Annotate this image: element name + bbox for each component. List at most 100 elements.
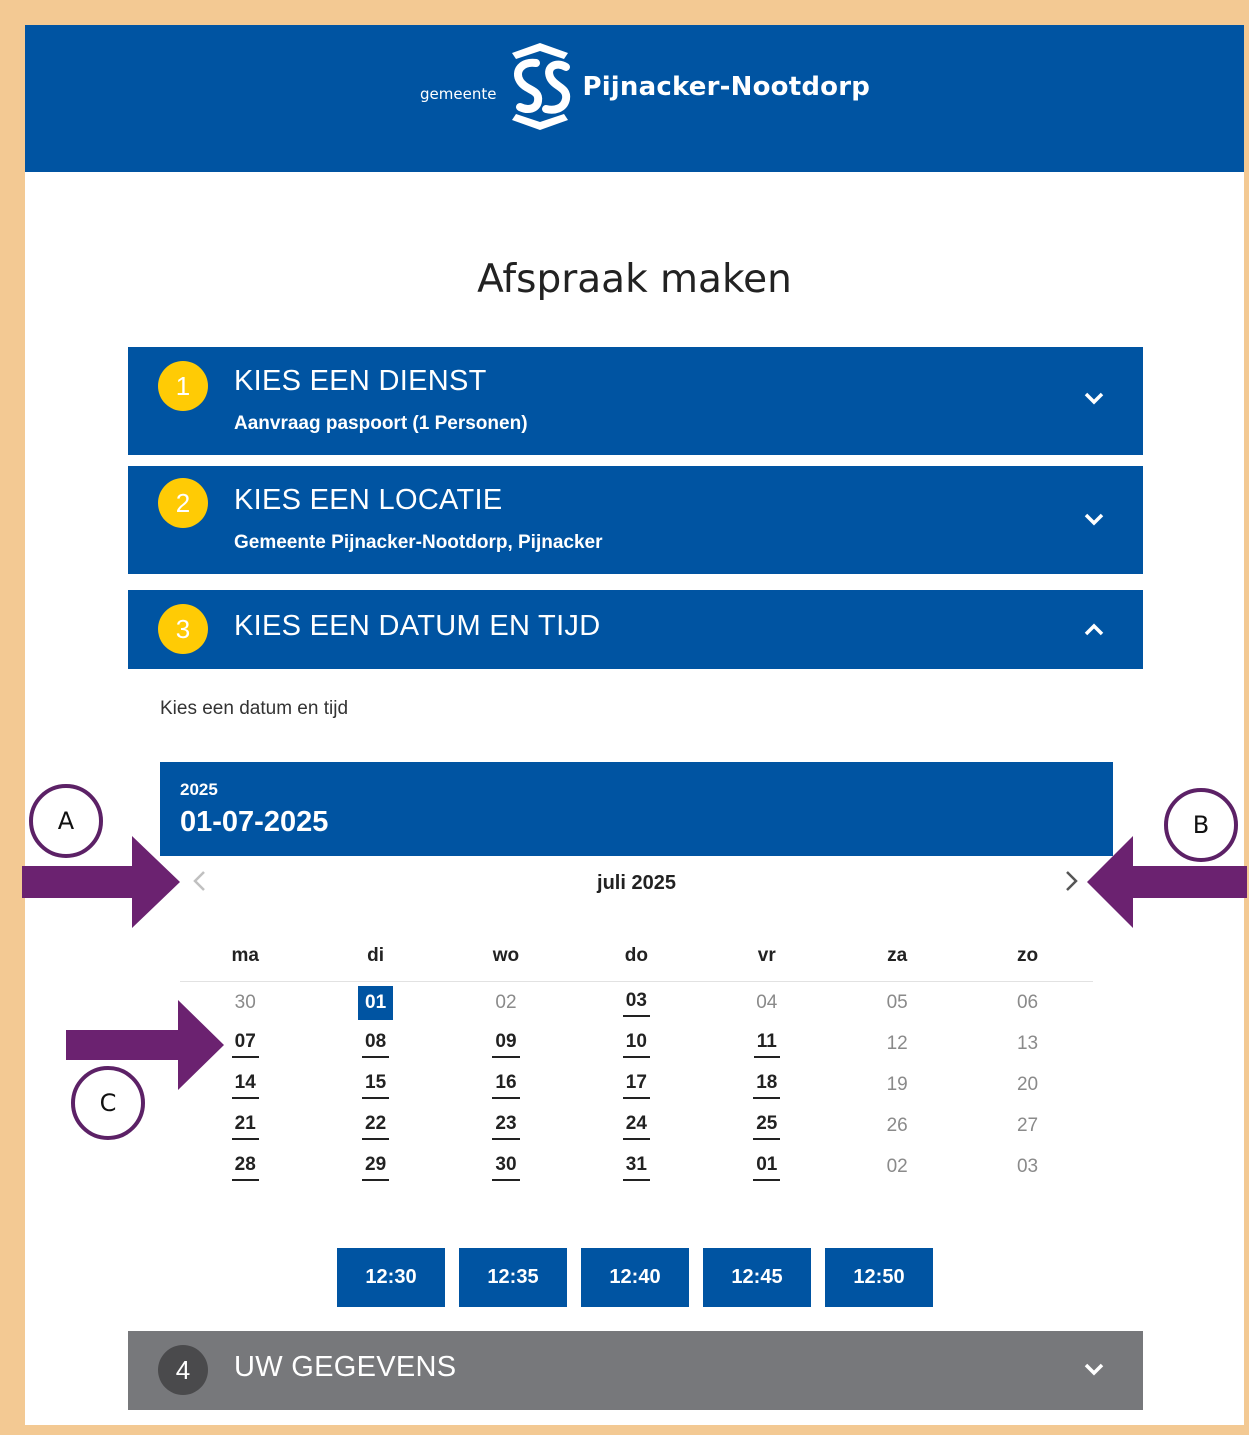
- calendar-day-unavailable: 03: [962, 1154, 1092, 1180]
- weekday-label: di: [367, 945, 385, 966]
- chevron-down-icon: [1084, 513, 1104, 526]
- step-date-time[interactable]: 3 KIES EEN DATUM EN TIJD: [128, 590, 1143, 669]
- calendar-day-available[interactable]: 03: [571, 988, 701, 1017]
- calendar-day-available[interactable]: 25: [702, 1111, 832, 1140]
- chevron-down-icon: [1084, 392, 1104, 405]
- calendar-day-number: 22: [362, 1111, 390, 1140]
- calendar-day-unavailable: 12: [832, 1031, 962, 1057]
- chevron-up-icon: [1084, 623, 1104, 636]
- next-month-button[interactable]: [1058, 868, 1084, 894]
- calendar-day-available[interactable]: 08: [310, 1029, 440, 1058]
- calendar-week-row: 14 15 16 17 18 19 20: [180, 1064, 1093, 1105]
- calendar-day-number: 03: [622, 988, 650, 1017]
- calendar-day-number: 02: [495, 991, 517, 1013]
- calendar-day-number: 13: [1016, 1032, 1039, 1054]
- calendar-day-unavailable: 13: [962, 1031, 1092, 1057]
- calendar-day-available[interactable]: 29: [310, 1152, 440, 1181]
- calendar-day-number: 07: [231, 1029, 259, 1058]
- time-slot-button[interactable]: 12:35: [459, 1248, 567, 1307]
- weekday-label: zo: [1016, 945, 1039, 966]
- calendar-day-number: 01: [753, 1152, 781, 1181]
- time-slot-button[interactable]: 12:45: [703, 1248, 811, 1307]
- logo-name: Pijnacker-Nootdorp: [582, 71, 871, 102]
- calendar-day-available[interactable]: 30: [441, 1152, 571, 1181]
- municipality-logo-icon: [512, 43, 571, 130]
- page: gemeente Pijnacker-Nootdorp Afspraak mak…: [25, 25, 1244, 1425]
- calendar-day-number: 03: [1016, 1155, 1039, 1177]
- calendar-day-available[interactable]: 24: [571, 1111, 701, 1140]
- time-slot-button[interactable]: 12:30: [337, 1248, 445, 1307]
- calendar-day-available[interactable]: 11: [702, 1029, 832, 1058]
- calendar-day-unavailable: 19: [832, 1072, 962, 1098]
- calendar-day-number: 19: [886, 1073, 908, 1095]
- calendar-year: 2025: [180, 780, 218, 799]
- calendar-day-available[interactable]: 17: [571, 1070, 701, 1099]
- calendar-day-available[interactable]: 07: [180, 1029, 310, 1058]
- calendar-day-number: 16: [492, 1070, 520, 1099]
- calendar-day-available[interactable]: 31: [571, 1152, 701, 1181]
- calendar-day-unavailable: 04: [702, 990, 832, 1016]
- calendar-day-number: 17: [622, 1070, 650, 1099]
- calendar-day-unavailable: 02: [832, 1154, 962, 1180]
- annotation-label-b: B: [1164, 788, 1238, 862]
- step-location[interactable]: 2 KIES EEN LOCATIE Gemeente Pijnacker-No…: [128, 466, 1143, 574]
- calendar-day-unavailable: 05: [832, 990, 962, 1016]
- calendar-day-unavailable: 06: [962, 990, 1092, 1016]
- calendar-day-available[interactable]: 28: [180, 1152, 310, 1181]
- site-header: gemeente Pijnacker-Nootdorp: [25, 25, 1244, 172]
- calendar-day-available[interactable]: 01: [702, 1152, 832, 1181]
- calendar-day-unavailable: 27: [962, 1113, 1092, 1139]
- calendar-day-available[interactable]: 14: [180, 1070, 310, 1099]
- calendar-day-unavailable: 30: [180, 990, 310, 1016]
- annotation-label-a: A: [29, 784, 103, 858]
- step-title: UW GEGEVENS: [234, 1351, 457, 1383]
- calendar-day-number: 12: [886, 1032, 908, 1054]
- calendar-day-number: 26: [886, 1114, 908, 1136]
- calendar-day-unavailable: 20: [962, 1072, 1092, 1098]
- calendar-day-number: 05: [886, 991, 908, 1013]
- calendar-day-available[interactable]: 21: [180, 1111, 310, 1140]
- calendar-week-row: 28 29 30 31 01 02 03: [180, 1146, 1093, 1187]
- site-logo[interactable]: gemeente Pijnacker-Nootdorp: [420, 39, 870, 134]
- weekday-label: do: [624, 945, 648, 966]
- calendar-day-available[interactable]: 23: [441, 1111, 571, 1140]
- step-subtitle: Gemeente Pijnacker-Nootdorp, Pijnacker: [234, 532, 603, 553]
- calendar-day-number: 10: [622, 1029, 650, 1058]
- calendar-day-available[interactable]: 10: [571, 1029, 701, 1058]
- calendar-day-available[interactable]: 18: [702, 1070, 832, 1099]
- calendar-header: 2025 01-07-2025: [160, 762, 1113, 856]
- calendar-day-selected[interactable]: 01: [310, 985, 440, 1020]
- calendar-day-number: 11: [753, 1029, 780, 1058]
- weekday-label: wo: [492, 945, 520, 966]
- weekday-label: za: [887, 945, 908, 966]
- step-number-badge: 4: [158, 1345, 208, 1395]
- calendar-day-available[interactable]: 15: [310, 1070, 440, 1099]
- calendar-grid: ma di wo do vr za zo 30 01 02 03 04 05 06 07 08 09 10 11 1…: [180, 940, 1093, 1187]
- calendar-day-number: 01: [358, 985, 394, 1020]
- logo-prefix: gemeente: [420, 84, 497, 103]
- step-subtitle: Aanvraag paspoort (1 Personen): [234, 413, 528, 434]
- weekday-label: ma: [231, 945, 259, 966]
- step-your-details[interactable]: 4 UW GEGEVENS: [128, 1331, 1143, 1410]
- calendar-day-available[interactable]: 22: [310, 1111, 440, 1140]
- calendar-week-row: 07 08 09 10 11 12 13: [180, 1023, 1093, 1064]
- step-number-badge: 1: [158, 361, 208, 411]
- weekday-label: vr: [757, 945, 776, 966]
- calendar-day-unavailable: 26: [832, 1113, 962, 1139]
- time-slot-button[interactable]: 12:50: [825, 1248, 933, 1307]
- step-number-badge: 3: [158, 604, 208, 654]
- calendar-weeks: 30 01 02 03 04 05 06 07 08 09 10 11 12 13 14 15 16 17 18 19…: [180, 982, 1093, 1187]
- calendar-day-number: 25: [753, 1111, 781, 1140]
- time-slot-list: 12:30 12:35 12:40 12:45 12:50: [337, 1248, 933, 1307]
- calendar-day-number: 18: [753, 1070, 781, 1099]
- time-slot-button[interactable]: 12:40: [581, 1248, 689, 1307]
- calendar-day-number: 21: [231, 1111, 259, 1140]
- calendar-week-row: 21 22 23 24 25 26 27: [180, 1105, 1093, 1146]
- step-service[interactable]: 1 KIES EEN DIENST Aanvraag paspoort (1 P…: [128, 347, 1143, 455]
- calendar-day-number: 29: [362, 1152, 390, 1181]
- calendar-day-number: 30: [492, 1152, 520, 1181]
- calendar-day-available[interactable]: 09: [441, 1029, 571, 1058]
- calendar-day-number: 14: [231, 1070, 259, 1099]
- calendar-day-number: 04: [756, 991, 778, 1013]
- calendar-day-available[interactable]: 16: [441, 1070, 571, 1099]
